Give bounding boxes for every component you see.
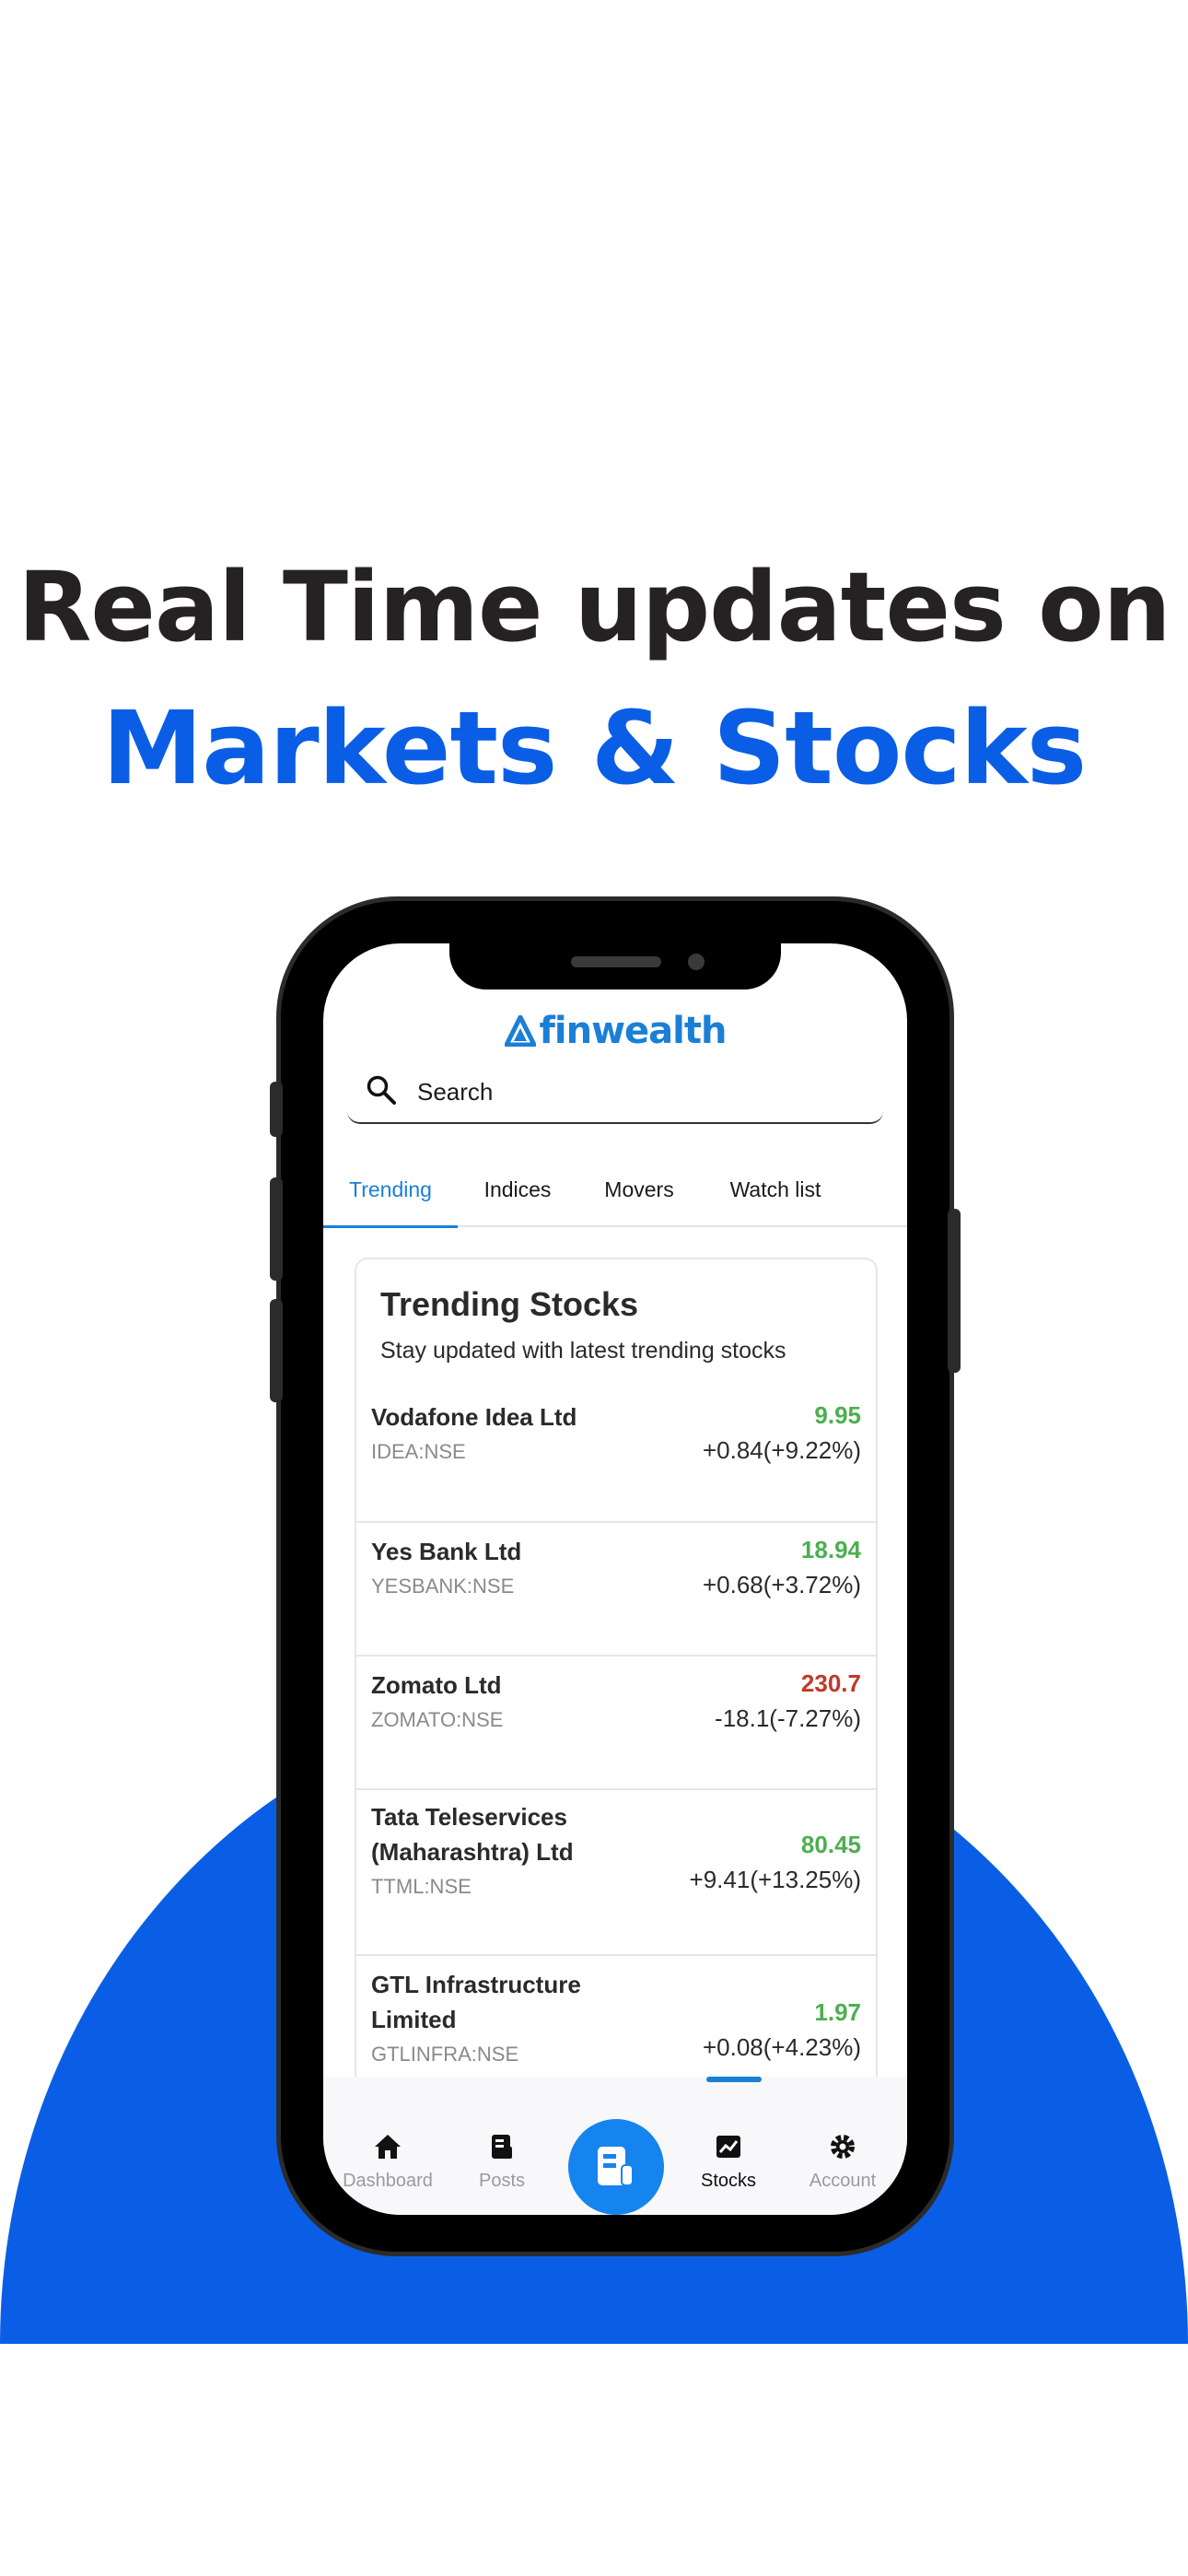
tab-watch-list[interactable]: Watch list [701,1166,850,1225]
stock-name-continued: Limited [371,2006,457,2033]
chart-icon [716,2136,740,2158]
bottom-navigation: Dashboard Posts Stocks Account [323,2077,907,2215]
volume-down-button [270,1299,283,1402]
stock-symbol: TTML:NSE [371,1875,472,1898]
tab-indices[interactable]: Indices [458,1166,577,1225]
stock-symbol: ZOMATO:NSE [371,1708,504,1731]
stock-change: +0.68(+3.72%) [702,1571,861,1598]
gear-icon [831,2135,855,2159]
stock-change: +0.08(+4.23%) [702,2033,861,2061]
phone-screen: finwealth Trending Indices Movers Watch … [323,943,907,2215]
logo-text: finwealth [539,1010,728,1052]
tab-bar: Trending Indices Movers Watch list [323,1166,907,1228]
nav-stocks[interactable]: Stocks [673,2132,784,2192]
stock-change: +9.41(+13.25%) [689,1866,861,1893]
stock-symbol: YESBANK:NSE [371,1575,515,1598]
app-logo: finwealth [323,1010,907,1052]
trending-stocks-card: Trending Stocks Stay updated with latest… [355,1258,878,2215]
stock-price: 80.45 [800,1831,861,1858]
stock-name: Vodafone Idea Ltd [371,1403,577,1431]
stock-row[interactable]: Vodafone Idea Ltd IDEA:NSE 9.95 +0.84(+9… [356,1388,876,1523]
stock-symbol: IDEA:NSE [371,1440,466,1463]
stock-change: -18.1(-7.27%) [715,1704,861,1732]
tab-trending[interactable]: Trending [323,1166,458,1228]
stock-name: Yes Bank Ltd [371,1538,522,1565]
power-button [948,1209,961,1373]
logo-mark-icon [504,1015,536,1047]
search-bar[interactable] [347,1060,883,1124]
stock-symbol: GTLINFRA:NSE [371,2043,519,2066]
volume-up-button [270,1177,283,1281]
stock-name-continued: (Maharashtra) Ltd [371,1838,574,1866]
notch [449,943,781,989]
active-tab-indicator [706,2077,762,2082]
stock-name: Zomato Ltd [371,1671,502,1699]
news-icon [598,2147,634,2186]
posts-icon [492,2135,512,2159]
nav-label: Posts [478,2171,526,2191]
nav-label: Stocks [700,2171,757,2191]
nav-account[interactable]: Account [787,2132,898,2192]
nav-posts[interactable]: Posts [447,2132,557,2192]
nav-label: Account [809,2171,877,2191]
phone-frame: finwealth Trending Indices Movers Watch … [270,901,961,2252]
stock-change: +0.84(+9.22%) [702,1436,861,1464]
stock-name: GTL Infrastructure [371,1971,581,1998]
stock-price: 9.95 [814,1401,861,1429]
nav-label: Dashboard [343,2171,433,2191]
stock-name: Tata Teleservices [371,1803,567,1831]
stock-row[interactable]: Zomato Ltd ZOMATO:NSE 230.7 -18.1(-7.27%… [356,1657,876,1790]
headline-line-2: Markets & Stocks [101,689,1088,807]
stock-row[interactable]: Tata Teleservices (Maharashtra) Ltd TTML… [356,1790,876,1956]
tab-movers[interactable]: Movers [577,1166,701,1225]
stock-price: 18.94 [800,1536,861,1563]
search-input[interactable] [415,1072,861,1111]
nav-dashboard[interactable]: Dashboard [332,2132,443,2192]
stock-price: 1.97 [814,1998,861,2026]
stock-price: 230.7 [800,1669,861,1697]
home-icon [375,2135,401,2159]
mute-switch [270,1082,283,1137]
stock-row[interactable]: Yes Bank Ltd YESBANK:NSE 18.94 +0.68(+3.… [356,1523,876,1657]
headline-line-1: Real Time updates on [17,551,1171,663]
news-fab-button[interactable] [568,2119,664,2215]
speaker [571,956,661,967]
card-subtitle: Stay updated with latest trending stocks [380,1338,786,1364]
search-icon [367,1075,396,1105]
card-title: Trending Stocks [380,1285,639,1323]
camera [688,954,705,970]
